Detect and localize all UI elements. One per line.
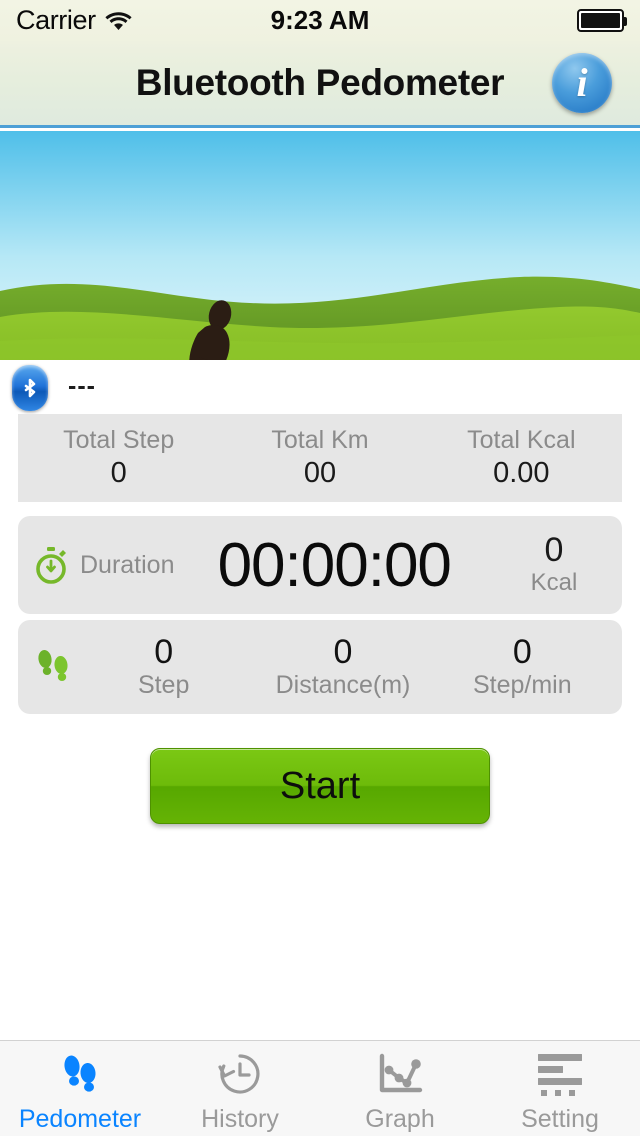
total-km-label: Total Km — [271, 426, 369, 454]
stopwatch-icon — [32, 546, 70, 584]
total-kcal-value: 0.00 — [493, 457, 550, 489]
start-button[interactable]: Start — [150, 748, 490, 824]
list-settings-icon — [534, 1049, 586, 1099]
tab-history[interactable]: History — [160, 1041, 320, 1136]
duration-row: Duration 00:00:00 0 Kcal — [18, 516, 622, 614]
duration-time: 00:00:00 — [217, 530, 452, 600]
duration-panel: Duration 00:00:00 0 Kcal — [18, 516, 622, 614]
duration-kcal-value: 0 — [544, 531, 564, 570]
page-title: Bluetooth Pedometer — [135, 62, 505, 103]
steps-grid: 0 Step 0 Distance(m) 0 Step/min — [74, 632, 612, 700]
tab-pedometer-label: Pedometer — [18, 1105, 142, 1133]
total-km-column: Total Km 00 — [219, 426, 420, 490]
total-step-value: 0 — [110, 457, 127, 489]
distance-column: 0 Distance(m) — [253, 632, 432, 700]
info-icon: i — [576, 60, 588, 105]
tab-setting[interactable]: Setting — [480, 1041, 640, 1136]
status-bar-time: 9:23 AM — [270, 5, 370, 35]
totals-grid: Total Step 0 Total Km 00 Total Kcal 0.00 — [18, 414, 622, 502]
status-bar: Carrier 9:23 AM — [0, 0, 640, 41]
steps-panel: 0 Step 0 Distance(m) 0 Step/min — [18, 620, 622, 714]
nav-bar: Bluetooth Pedometer i — [0, 41, 640, 128]
step-per-min-value: 0 — [512, 632, 532, 671]
bluetooth-icon[interactable] — [12, 365, 48, 411]
distance-value: 0 — [333, 632, 353, 671]
total-kcal-column: Total Kcal 0.00 — [421, 426, 622, 490]
tab-pedometer[interactable]: Pedometer — [0, 1041, 160, 1136]
steps-row: 0 Step 0 Distance(m) 0 Step/min — [18, 620, 622, 714]
tab-bar: Pedometer History Graph Setting — [0, 1040, 640, 1136]
hero-runner-image — [0, 131, 640, 360]
tab-graph-label: Graph — [365, 1105, 435, 1133]
totals-panel: Total Step 0 Total Km 00 Total Kcal 0.00 — [18, 414, 622, 502]
step-label: Step — [137, 671, 190, 700]
step-value: 0 — [154, 632, 174, 671]
info-button[interactable]: i — [552, 53, 612, 113]
total-kcal-label: Total Kcal — [467, 426, 576, 454]
tab-history-label: History — [201, 1105, 279, 1133]
total-step-column: Total Step 0 — [18, 426, 219, 490]
start-button-label: Start — [279, 764, 361, 807]
bluetooth-status-row[interactable]: --- — [0, 362, 640, 414]
total-km-value: 00 — [303, 457, 337, 489]
step-per-min-label: Step/min — [472, 671, 572, 700]
bluetooth-status-text: --- — [68, 371, 96, 400]
step-column: 0 Step — [74, 632, 253, 700]
app-root: Carrier 9:23 AM Bluetooth Pedometer i --… — [0, 0, 640, 1136]
footprints-icon — [57, 1049, 103, 1099]
total-step-label: Total Step — [63, 426, 175, 454]
duration-kcal-unit: Kcal — [530, 568, 578, 596]
tab-setting-label: Setting — [521, 1105, 599, 1133]
duration-label: Duration — [80, 550, 175, 579]
battery-full-icon — [577, 9, 627, 32]
line-chart-icon — [376, 1049, 424, 1099]
distance-label: Distance(m) — [275, 671, 411, 700]
tab-graph[interactable]: Graph — [320, 1041, 480, 1136]
clock-history-icon — [216, 1049, 264, 1099]
duration-kcal: 0 Kcal — [500, 531, 608, 597]
step-per-min-column: 0 Step/min — [433, 632, 612, 700]
footprints-icon — [34, 647, 74, 687]
